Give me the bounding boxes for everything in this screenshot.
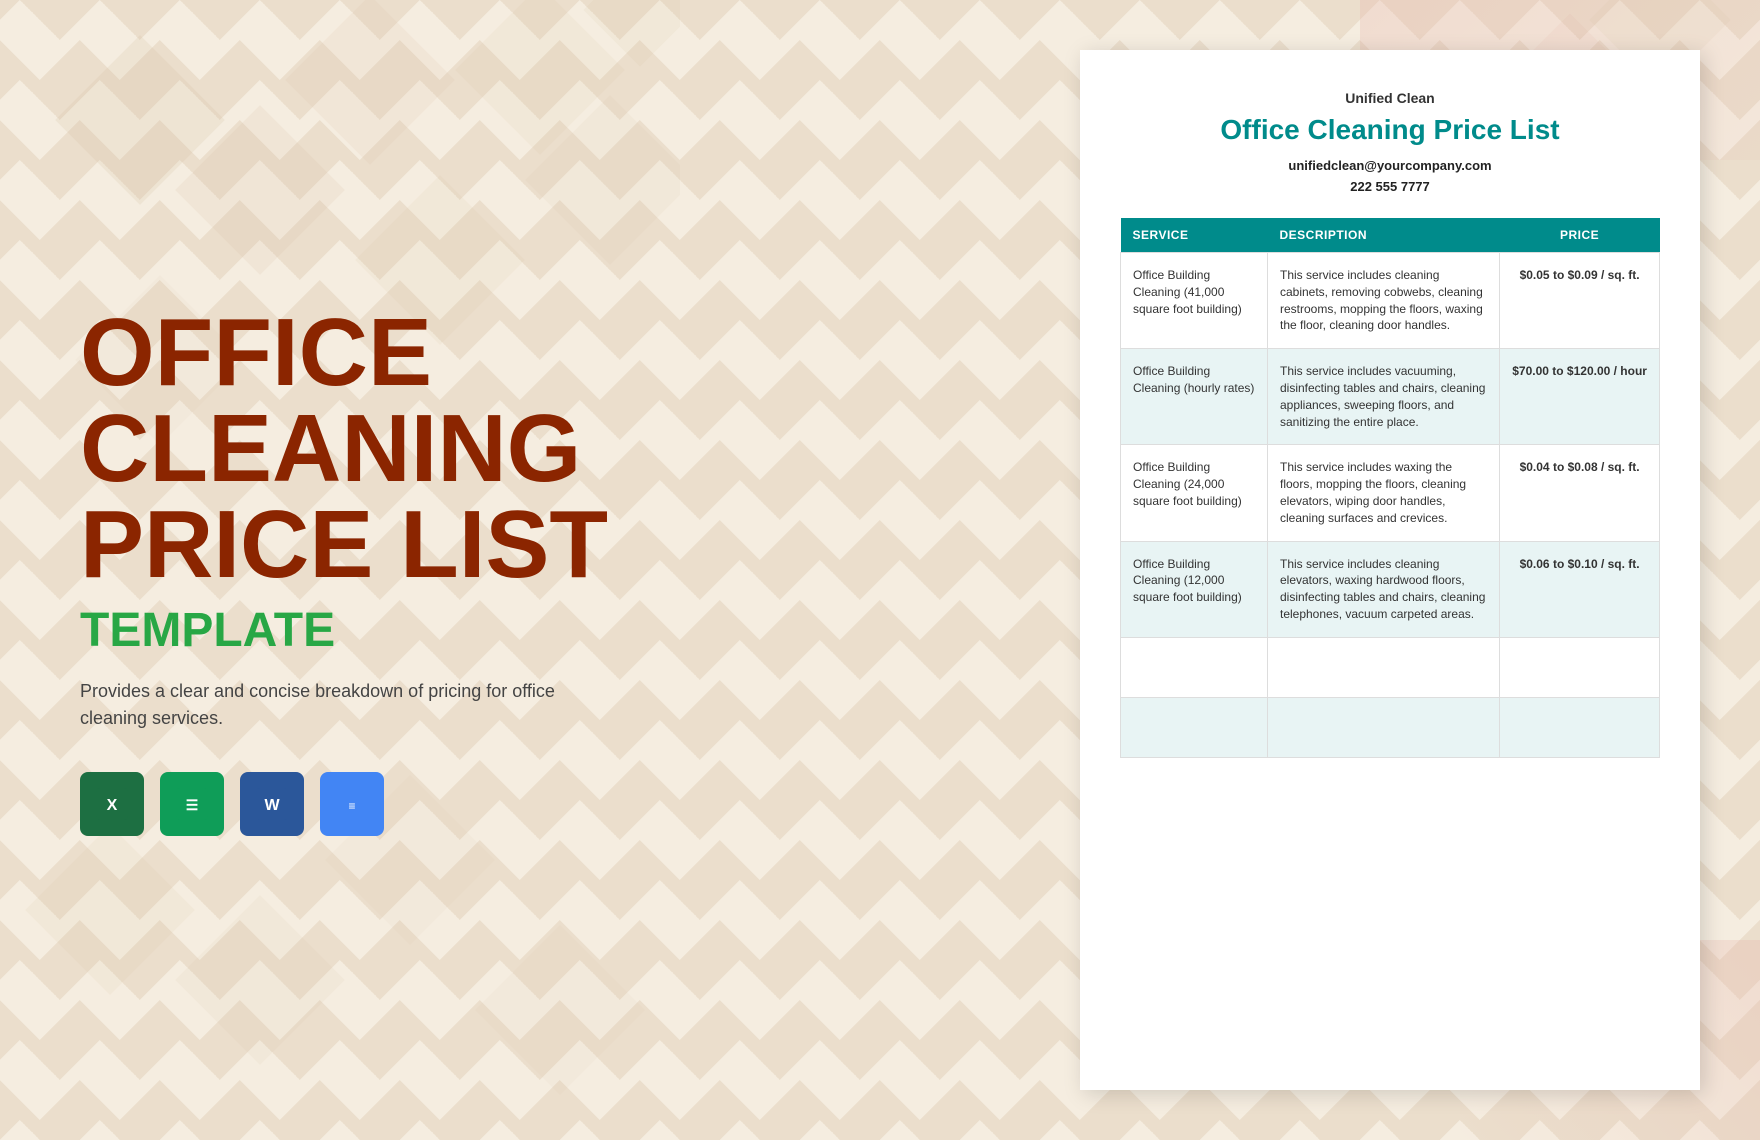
sheets-icon[interactable]: ☰ (160, 772, 224, 836)
header-description: DESCRIPTION (1267, 218, 1499, 253)
table-row: Office Building Cleaning (24,000 square … (1121, 445, 1660, 541)
description: Provides a clear and concise breakdown o… (80, 678, 600, 732)
description-cell-empty (1267, 637, 1499, 697)
service-cell-empty (1121, 697, 1268, 757)
service-cell-empty (1121, 637, 1268, 697)
subtitle: TEMPLATE (80, 603, 620, 658)
title-line-3: PRICE LIST (80, 497, 620, 593)
service-cell: Office Building Cleaning (12,000 square … (1121, 541, 1268, 637)
price-cell: $0.06 to $0.10 / sq. ft. (1500, 541, 1660, 637)
title-line-1: OFFICE (80, 305, 620, 401)
service-cell: Office Building Cleaning (41,000 square … (1121, 253, 1268, 349)
document-panel: Unified Clean Office Cleaning Price List… (1080, 50, 1700, 1090)
table-row: Office Building Cleaning (41,000 square … (1121, 253, 1660, 349)
service-cell: Office Building Cleaning (hourly rates) (1121, 349, 1268, 445)
word-icon[interactable]: W (240, 772, 304, 836)
svg-text:≡: ≡ (348, 799, 355, 813)
table-row-empty-2 (1121, 697, 1660, 757)
header-service: SERVICE (1121, 218, 1268, 253)
svg-text:X: X (107, 797, 118, 814)
price-cell-empty (1500, 697, 1660, 757)
svg-text:☰: ☰ (186, 797, 199, 813)
title-line-2: CLEANING (80, 401, 620, 497)
description-cell: This service includes vacuuming, disinfe… (1267, 349, 1499, 445)
service-cell: Office Building Cleaning (24,000 square … (1121, 445, 1268, 541)
docs-icon[interactable]: ≡ (320, 772, 384, 836)
description-cell-empty (1267, 697, 1499, 757)
price-cell: $0.04 to $0.08 / sq. ft. (1500, 445, 1660, 541)
table-row-empty-1 (1121, 637, 1660, 697)
svg-text:W: W (264, 797, 280, 814)
header-price: PRICE (1500, 218, 1660, 253)
main-title: OFFICE CLEANING PRICE LIST (80, 305, 620, 593)
price-cell-empty (1500, 637, 1660, 697)
app-icons-row: X ☰ W ≡ (80, 772, 620, 836)
document-phone: 222 555 7777 (1120, 179, 1660, 194)
excel-icon[interactable]: X (80, 772, 144, 836)
document-email: unifiedclean@yourcompany.com (1120, 158, 1660, 173)
price-cell: $0.05 to $0.09 / sq. ft. (1500, 253, 1660, 349)
table-header-row: SERVICE DESCRIPTION PRICE (1121, 218, 1660, 253)
company-name: Unified Clean (1120, 90, 1660, 106)
table-row: Office Building Cleaning (hourly rates) … (1121, 349, 1660, 445)
table-row: Office Building Cleaning (12,000 square … (1121, 541, 1660, 637)
price-table: SERVICE DESCRIPTION PRICE Office Buildin… (1120, 218, 1660, 758)
description-cell: This service includes cleaning cabinets,… (1267, 253, 1499, 349)
description-cell: This service includes cleaning elevators… (1267, 541, 1499, 637)
description-cell: This service includes waxing the floors,… (1267, 445, 1499, 541)
left-panel: OFFICE CLEANING PRICE LIST TEMPLATE Prov… (0, 0, 680, 1140)
document-title: Office Cleaning Price List (1120, 114, 1660, 146)
price-cell: $70.00 to $120.00 / hour (1500, 349, 1660, 445)
